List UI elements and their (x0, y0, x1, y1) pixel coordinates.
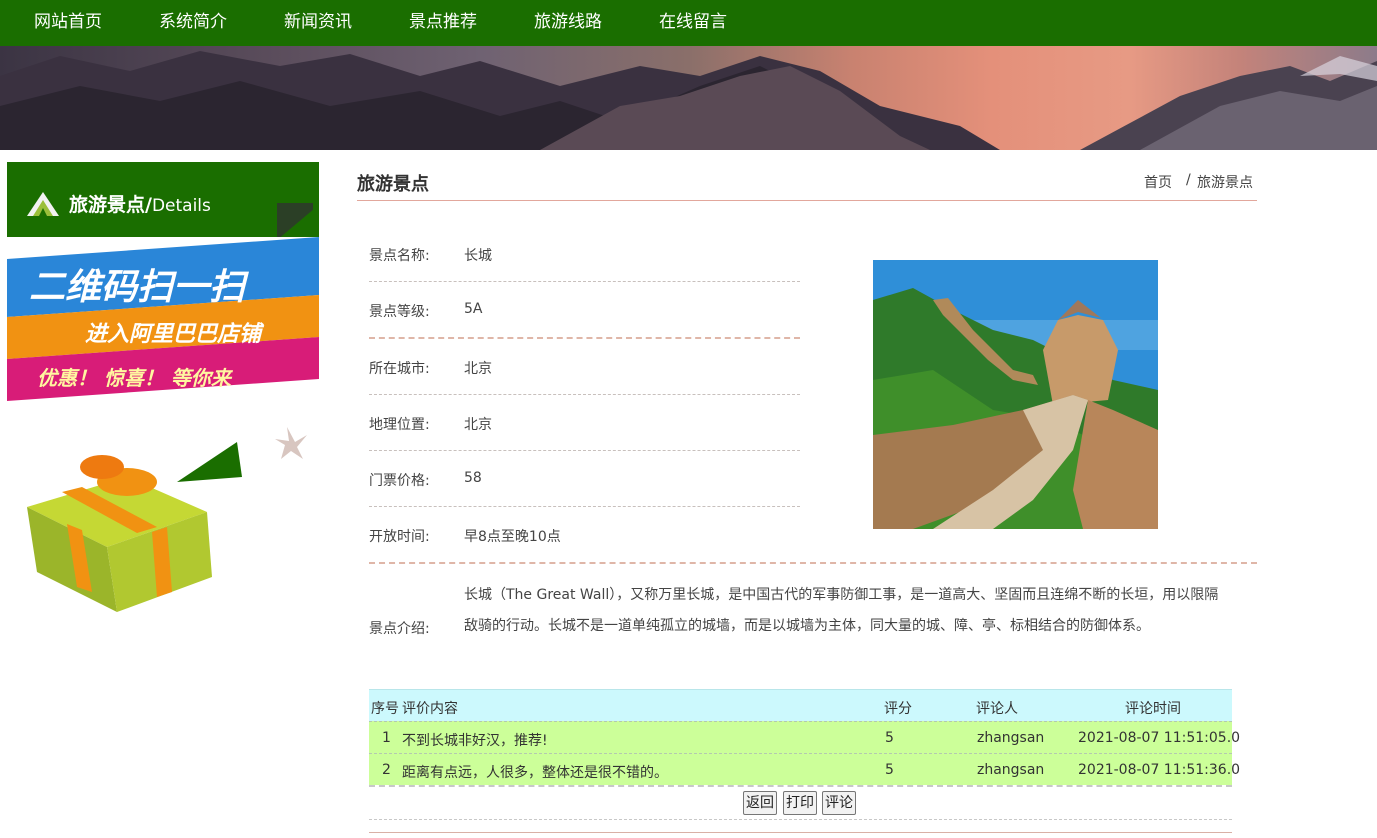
print-button[interactable]: 打印 (783, 791, 817, 815)
cell-reviewer: zhangsan (977, 730, 1045, 746)
level-label: 景点等级: (369, 304, 430, 320)
gift-promo-image: 二维码扫一扫 进入阿里巴巴店铺 优惠！ 惊喜！ 等你来 (7, 237, 319, 612)
banner-carousel (0, 46, 1377, 150)
intro-label: 景点介绍: (369, 621, 430, 637)
cell-content: 距离有点远，人很多，整体还是很不错的。 (402, 765, 668, 781)
nav-about[interactable]: 系统简介 (159, 0, 227, 46)
row-divider (369, 450, 800, 451)
table-row: 1 不到长城非好汉，推荐! 5 zhangsan 2021-08-07 11:5… (369, 721, 1240, 753)
top-nav: 网站首页 系统简介 新闻资讯 景点推荐 旅游线路 在线留言 (0, 0, 1377, 46)
promo-line1: 二维码扫一扫 (29, 267, 249, 308)
level-value: 5A (464, 301, 483, 317)
cell-index: 1 (382, 730, 391, 746)
title-divider (357, 200, 1257, 201)
col-content: 评价内容 (402, 701, 458, 717)
mountain-image (0, 51, 1377, 150)
promo-line3: 优惠！ 惊喜！ 等你来 (37, 366, 234, 390)
col-score: 评分 (884, 701, 912, 717)
row-divider (369, 281, 800, 282)
cell-index: 2 (382, 762, 391, 778)
row-divider (369, 337, 800, 339)
nav-attractions[interactable]: 景点推荐 (409, 0, 477, 46)
name-label: 景点名称: (369, 248, 430, 264)
sidebar-header: 旅游景点/Details (7, 162, 319, 237)
corner-decoration (277, 203, 313, 237)
footer-rule (369, 832, 1232, 833)
cell-content: 不到长城非好汉，推荐! (402, 733, 548, 749)
hours-value: 早8点至晚10点 (464, 529, 561, 545)
cell-reviewer: zhangsan (977, 762, 1045, 778)
sidebar-title: 旅游景点/Details (69, 194, 211, 216)
col-reviewer: 评论人 (976, 701, 1018, 717)
location-value: 北京 (464, 417, 492, 433)
table-divider (369, 785, 1232, 787)
cell-score: 5 (885, 762, 894, 778)
breadcrumb-separator: / (1186, 172, 1191, 188)
hours-label: 开放时间: (369, 529, 430, 545)
comment-button[interactable]: 评论 (822, 791, 856, 815)
location-label: 地理位置: (369, 417, 430, 433)
footer-divider (369, 819, 1232, 820)
nav-messages[interactable]: 在线留言 (659, 0, 727, 46)
col-index: 序号 (371, 701, 399, 717)
table-header: 序号 评价内容 评分 评论人 评论时间 (369, 689, 1232, 721)
nav-home[interactable]: 网站首页 (34, 0, 102, 46)
intro-text: 长城（The Great Wall），又称万里长城，是中国古代的军事防御工事，是… (464, 587, 1219, 634)
promo-line2: 进入阿里巴巴店铺 (85, 322, 265, 347)
row-divider (369, 394, 800, 395)
price-value: 58 (464, 470, 482, 486)
name-value: 长城 (464, 248, 492, 264)
mountain-icon (27, 192, 59, 216)
nav-routes[interactable]: 旅游线路 (534, 0, 602, 46)
row-divider (369, 562, 1257, 564)
promo-banner[interactable]: 二维码扫一扫 进入阿里巴巴店铺 优惠！ 惊喜！ 等你来 (7, 237, 319, 617)
cell-score: 5 (885, 730, 894, 746)
table-row: 2 距离有点远，人很多，整体还是很不错的。 5 zhangsan 2021-08… (369, 753, 1240, 785)
cell-time: 2021-08-07 11:51:05.0 (1078, 730, 1241, 746)
city-label: 所在城市: (369, 361, 430, 377)
great-wall-image (873, 260, 1158, 529)
city-value: 北京 (464, 361, 492, 377)
back-button[interactable]: 返回 (743, 791, 777, 815)
row-divider (369, 506, 800, 507)
col-time: 评论时间 (1125, 701, 1181, 717)
nav-news[interactable]: 新闻资讯 (284, 0, 352, 46)
cell-time: 2021-08-07 11:51:36.0 (1078, 762, 1241, 778)
page-title: 旅游景点 (357, 174, 429, 195)
price-label: 门票价格: (369, 473, 430, 489)
breadcrumb-home[interactable]: 首页 (1144, 172, 1172, 192)
attraction-photo (873, 260, 1158, 529)
breadcrumb-current: 旅游景点 (1197, 175, 1253, 191)
